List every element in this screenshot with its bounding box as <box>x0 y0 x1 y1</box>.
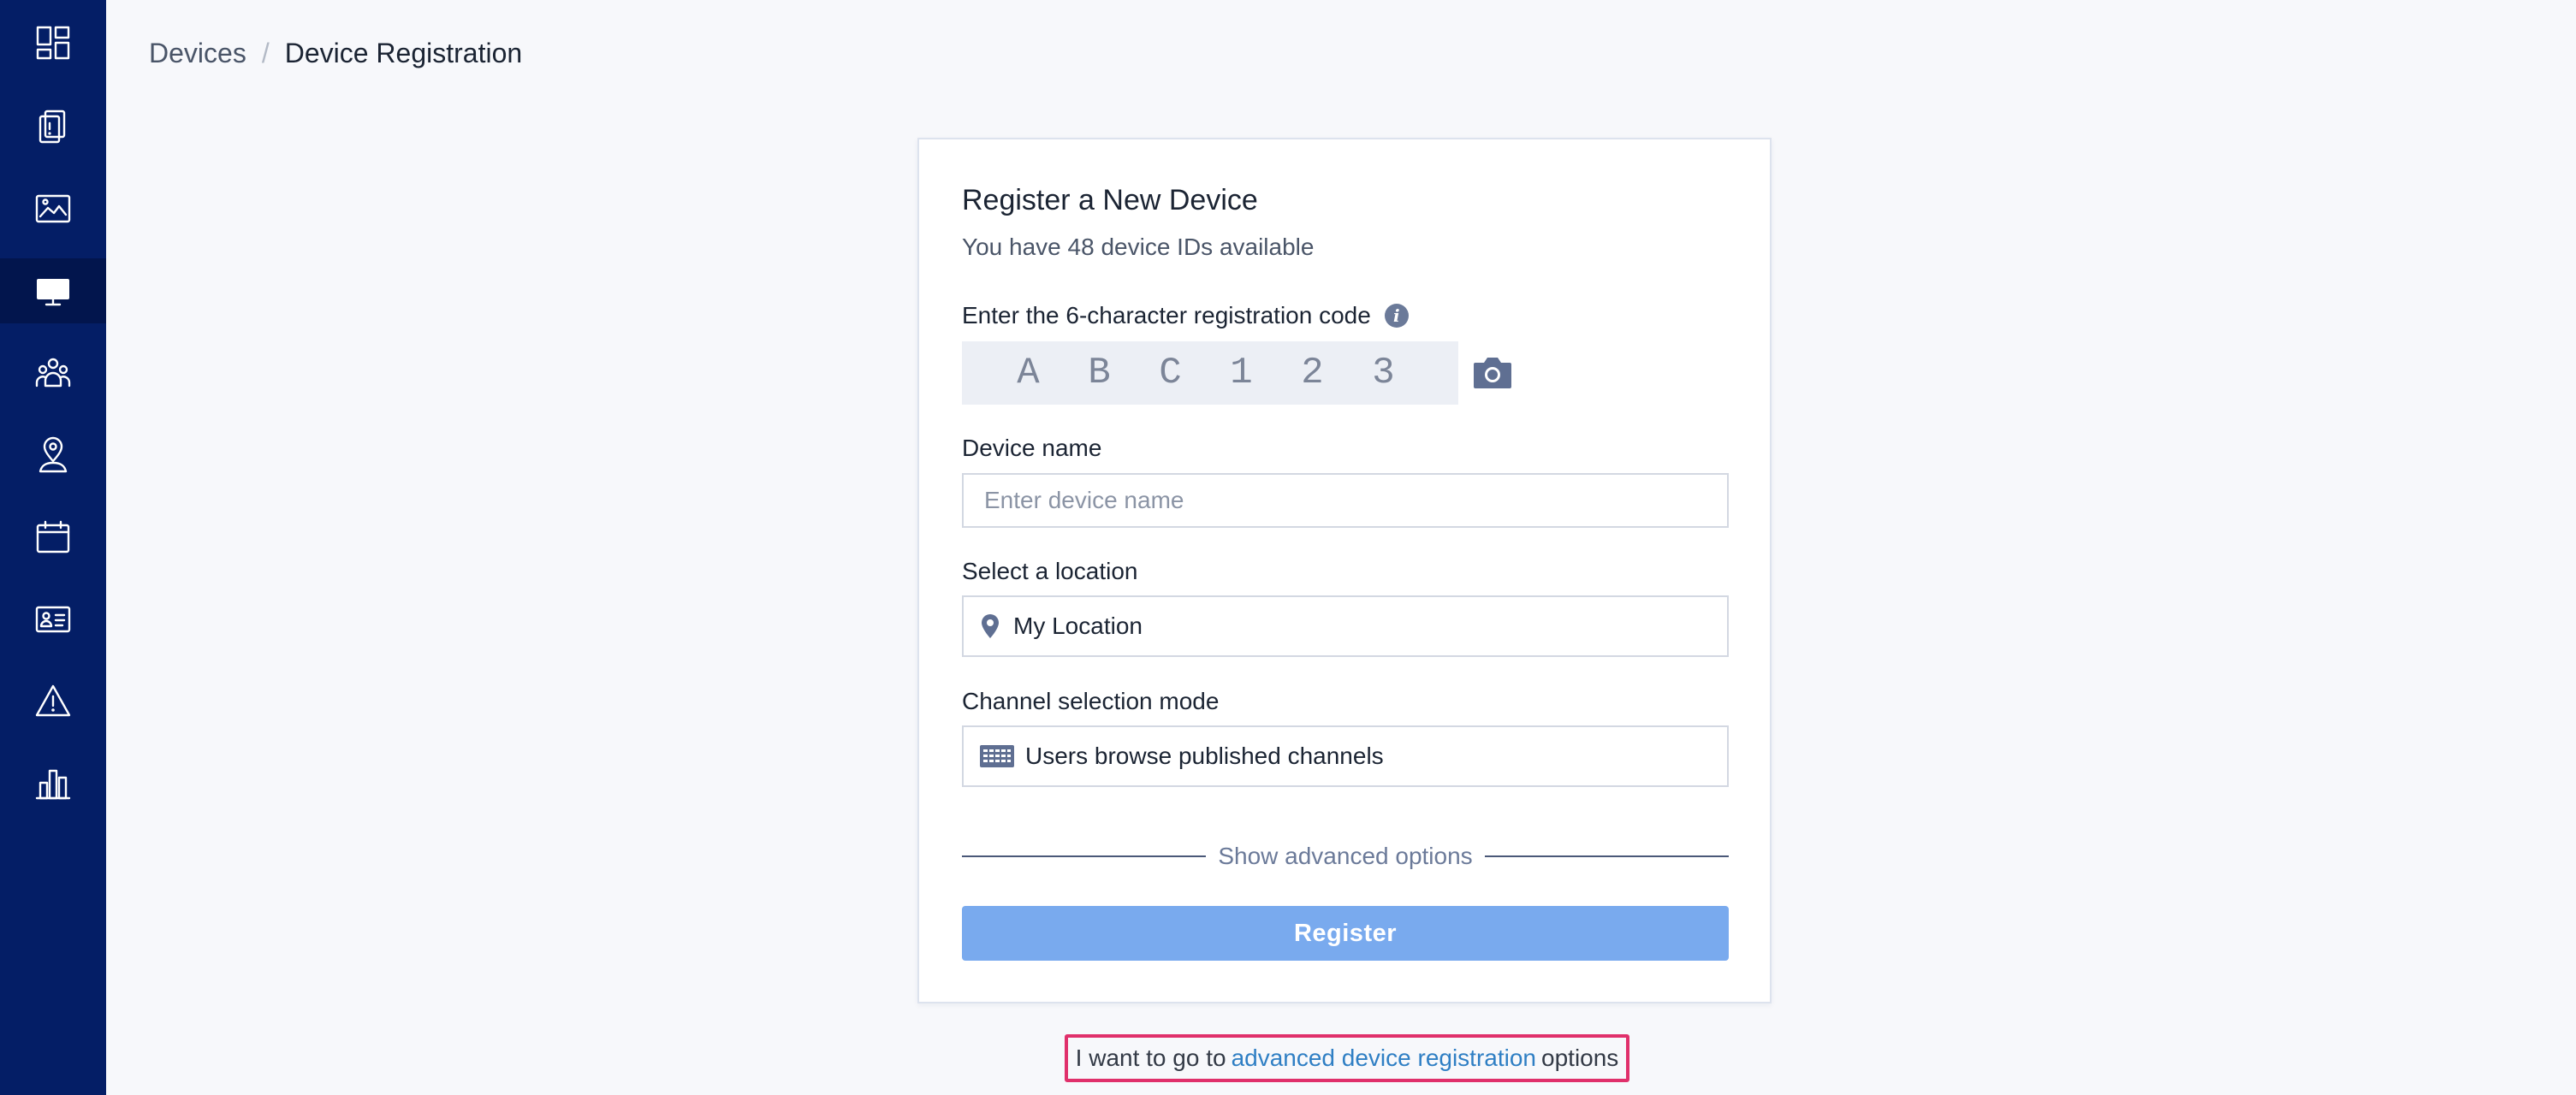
code-char-1: A <box>1017 352 1040 394</box>
camera-scan-button[interactable] <box>1470 352 1515 393</box>
sidebar-item-dashboard[interactable] <box>0 10 106 75</box>
sidebar-item-devices[interactable] <box>0 258 106 323</box>
monitor-icon <box>37 279 69 306</box>
info-icon[interactable]: i <box>1384 304 1409 328</box>
sidebar-item-devices-list[interactable] <box>0 94 106 159</box>
breadcrumb-devices-link[interactable]: Devices <box>149 38 246 69</box>
code-char-5: 2 <box>1301 352 1324 394</box>
camera-icon <box>1474 358 1511 388</box>
code-label: Enter the 6-character registration code <box>962 302 1371 328</box>
breadcrumb-current: Device Registration <box>284 38 523 68</box>
divider-line-right <box>1484 855 1730 857</box>
channel-mode-label: Channel selection mode <box>962 688 1220 714</box>
sidebar-item-media[interactable] <box>0 176 106 241</box>
register-button[interactable]: Register <box>962 906 1729 961</box>
id-card-icon <box>35 606 71 633</box>
code-char-6: 3 <box>1372 352 1395 394</box>
device-name-label: Device name <box>962 435 1102 461</box>
channel-grid-icon <box>980 745 1014 767</box>
location-label: Select a location <box>962 558 1138 584</box>
advanced-options-divider: Show advanced options <box>962 839 1730 873</box>
users-group-icon <box>35 358 71 388</box>
registration-card: Register a New Device You have 48 device… <box>917 138 1772 1003</box>
location-value: My Location <box>1013 613 1143 639</box>
image-icon <box>35 194 71 223</box>
registration-code-input[interactable]: A B C 1 2 3 <box>962 341 1458 405</box>
device-alert-icon <box>39 110 66 144</box>
device-name-field[interactable] <box>962 473 1729 528</box>
bar-chart-icon <box>35 769 71 800</box>
map-pin-icon <box>982 614 999 638</box>
warning-icon <box>35 684 71 717</box>
sidebar-item-reports[interactable] <box>0 751 106 816</box>
breadcrumb: Devices / Device Registration <box>149 38 522 69</box>
code-char-2: B <box>1088 352 1111 394</box>
code-char-4: 1 <box>1230 352 1253 394</box>
calendar-icon <box>36 520 70 553</box>
dashboard-icon <box>36 26 70 60</box>
sidebar-item-locations[interactable] <box>0 423 106 488</box>
location-person-icon <box>39 436 68 473</box>
advanced-prompt-prefix: I want to go to <box>1075 1045 1226 1071</box>
sidebar-item-contacts[interactable] <box>0 587 106 652</box>
sidebar <box>0 0 106 1095</box>
breadcrumb-separator: / <box>261 38 270 68</box>
device-ids-available: You have 48 device IDs available <box>962 234 1315 260</box>
code-char-3: C <box>1159 352 1182 394</box>
device-name-input[interactable] <box>964 487 1727 514</box>
code-label-row: Enter the 6-character registration code i <box>962 302 1409 329</box>
channel-mode-select[interactable]: Users browse published channels <box>962 725 1729 787</box>
advanced-prompt-suffix: options <box>1541 1045 1619 1071</box>
channel-mode-value: Users browse published channels <box>1025 743 1384 769</box>
divider-line-left <box>962 855 1207 857</box>
card-title: Register a New Device <box>962 184 1258 216</box>
location-select[interactable]: My Location <box>962 595 1729 657</box>
sidebar-item-groups[interactable] <box>0 340 106 405</box>
sidebar-item-schedule[interactable] <box>0 505 106 570</box>
show-advanced-options-toggle[interactable]: Show advanced options <box>1206 843 1484 870</box>
advanced-registration-prompt: I want to go to advanced device registra… <box>1065 1034 1629 1082</box>
sidebar-item-alerts[interactable] <box>0 669 106 734</box>
advanced-registration-link[interactable]: advanced device registration <box>1232 1045 1536 1072</box>
